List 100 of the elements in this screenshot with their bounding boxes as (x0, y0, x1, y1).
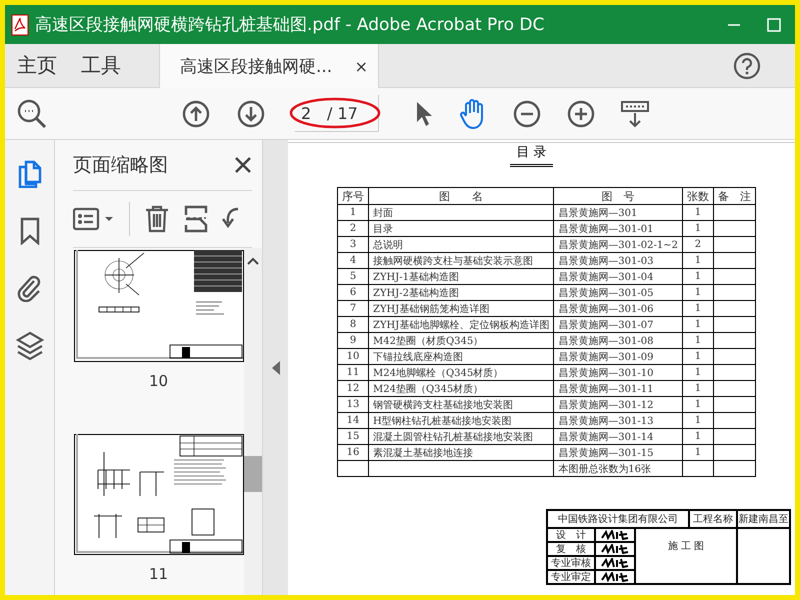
role-label: 设 计 (547, 528, 595, 542)
help-icon[interactable] (733, 52, 761, 80)
column-header: 备 注 (713, 188, 756, 204)
table-cell: 1 (682, 412, 714, 428)
table-cell: 本图册总张数为16张 (554, 460, 682, 476)
scrollbar-thumb[interactable] (244, 456, 262, 492)
role-label: 专业审核 (547, 556, 595, 570)
table-cell: 下锚拉线底座构造图 (368, 348, 554, 364)
layers-icon (16, 331, 44, 361)
role-label: 专业审定 (547, 570, 595, 584)
pages-icon (16, 160, 42, 188)
nav-tab[interactable]: 主页 (5, 44, 69, 87)
scroll-up-icon[interactable] (247, 256, 259, 266)
bookmark-icon (20, 217, 40, 245)
table-cell: 昌景黄施网—301-05 (554, 284, 682, 300)
table-cell: 13 (338, 396, 368, 412)
table-cell: 8 (338, 316, 368, 332)
table-cell: 昌景黄施网—301-10 (554, 364, 682, 380)
table-cell: 1 (682, 396, 714, 412)
column-header: 序号 (338, 188, 368, 204)
column-header: 张数 (682, 188, 714, 204)
table-cell: 14 (338, 412, 368, 428)
page-thumbnail[interactable] (74, 250, 244, 362)
table-cell: 素混凝土基础接地连接 (368, 444, 554, 460)
signature-drawing (595, 528, 635, 542)
table-cell: 昌景黄施网—301-01 (554, 220, 682, 236)
delete-icon[interactable] (144, 205, 170, 233)
table-cell: 昌景黄施网—301-07 (554, 316, 682, 332)
table-cell: 3 (338, 236, 368, 252)
table-cell: 1 (682, 284, 714, 300)
company-name: 中国铁路设计集团有限公司 (547, 510, 689, 528)
bookmarks-panel-button[interactable] (20, 217, 40, 245)
scroll-mode-tool[interactable] (620, 100, 649, 128)
page-thumbnail[interactable] (74, 434, 244, 555)
table-cell: M24地脚螺栓（Q345材质） (368, 364, 554, 380)
window-title: 高速区段接触网硬横跨钻孔桩基础图.pdf - Adobe Acrobat Pro DC (35, 14, 546, 36)
pages-panel-button[interactable] (16, 160, 42, 188)
zoom-out-icon (512, 100, 541, 128)
zoom-in-tool[interactable] (566, 100, 595, 128)
column-header: 图 号 (554, 188, 682, 204)
table-cell: 钢管硬横跨支柱基础接地安装图 (368, 396, 554, 412)
page-count: / 17 (327, 104, 358, 122)
table-cell: ZYHJ-1基础构造图 (368, 268, 554, 284)
collapse-arrow-icon[interactable] (272, 360, 280, 374)
attachments-panel-button[interactable] (16, 274, 42, 302)
table-cell: 1 (682, 428, 714, 444)
table-cell: M42垫圈（材质Q345） (368, 332, 554, 348)
table-cell: 昌景黄施网—301-12 (554, 396, 682, 412)
table-cell: 1 (682, 348, 714, 364)
table-cell: 昌景黄施网—301 (554, 204, 682, 220)
table-cell: ZYHJ-2基础构造图 (368, 284, 554, 300)
table-cell: 昌景黄施网—301-02-1~2 (554, 236, 682, 252)
table-cell: H型钢柱钻孔桩基础接地安装图 (368, 412, 554, 428)
nav-tab[interactable]: 工具 (69, 44, 133, 87)
table-cell: 1 (682, 268, 714, 284)
project-label: 工程名称 (689, 510, 737, 528)
table-cell: 1 (682, 252, 714, 268)
table-cell: 1 (682, 364, 714, 380)
close-tab-button[interactable]: × (354, 56, 368, 76)
table-cell: 1 (682, 300, 714, 316)
zoom-out-tool[interactable] (512, 100, 541, 128)
table-cell: 昌景黄施网—301-03 (554, 252, 682, 268)
table-cell: 昌景黄施网—301-06 (554, 300, 682, 316)
paperclip-icon (16, 274, 42, 302)
document-tab[interactable]: 高速区段接触网硬... × (159, 44, 379, 88)
table-cell: 总说明 (368, 236, 554, 252)
page-number-label: 11 (148, 565, 168, 583)
table-cell: 4 (338, 252, 368, 268)
table-cell: 1 (682, 316, 714, 332)
table-cell: 昌景黄施网—301-08 (554, 332, 682, 348)
scroll-mode-icon (620, 100, 649, 128)
table-cell: 混凝土圆管柱钻孔桩基础接地安装图 (368, 428, 554, 444)
table-cell: ZYHJ基础钢筋笼构造详图 (368, 300, 554, 316)
search-icon (16, 98, 48, 130)
page-number-field[interactable]: 2 (295, 104, 327, 122)
table-cell: 昌景黄施网—301-15 (554, 444, 682, 460)
document-heading: 目 录 (510, 143, 553, 167)
layers-panel-button[interactable] (16, 331, 44, 361)
table-cell: 目录 (368, 220, 554, 236)
previous-page-button[interactable] (182, 100, 210, 128)
search-button[interactable] (16, 98, 48, 130)
signature-drawing (595, 542, 635, 556)
column-header: 图 名 (368, 188, 554, 204)
table-cell: 11 (338, 364, 368, 380)
drawing-stage: 施 工 图 (635, 528, 737, 584)
table-cell: 2 (338, 220, 368, 236)
next-page-button[interactable] (237, 100, 265, 128)
zoom-in-icon (566, 100, 595, 128)
pointer-tool[interactable] (414, 100, 433, 126)
pdf-file-icon (11, 14, 29, 36)
table-cell: 昌景黄施网—301-04 (554, 268, 682, 284)
table-cell: 1 (682, 380, 714, 396)
page-number-label: 10 (148, 372, 168, 390)
options-icon[interactable] (73, 207, 115, 231)
table-cell: 9 (338, 332, 368, 348)
maximize-icon[interactable] (767, 18, 781, 32)
role-label: 复 核 (547, 542, 595, 556)
extract-pages-icon[interactable] (184, 205, 208, 233)
table-cell: 2 (682, 236, 714, 252)
close-icon[interactable] (234, 156, 252, 174)
